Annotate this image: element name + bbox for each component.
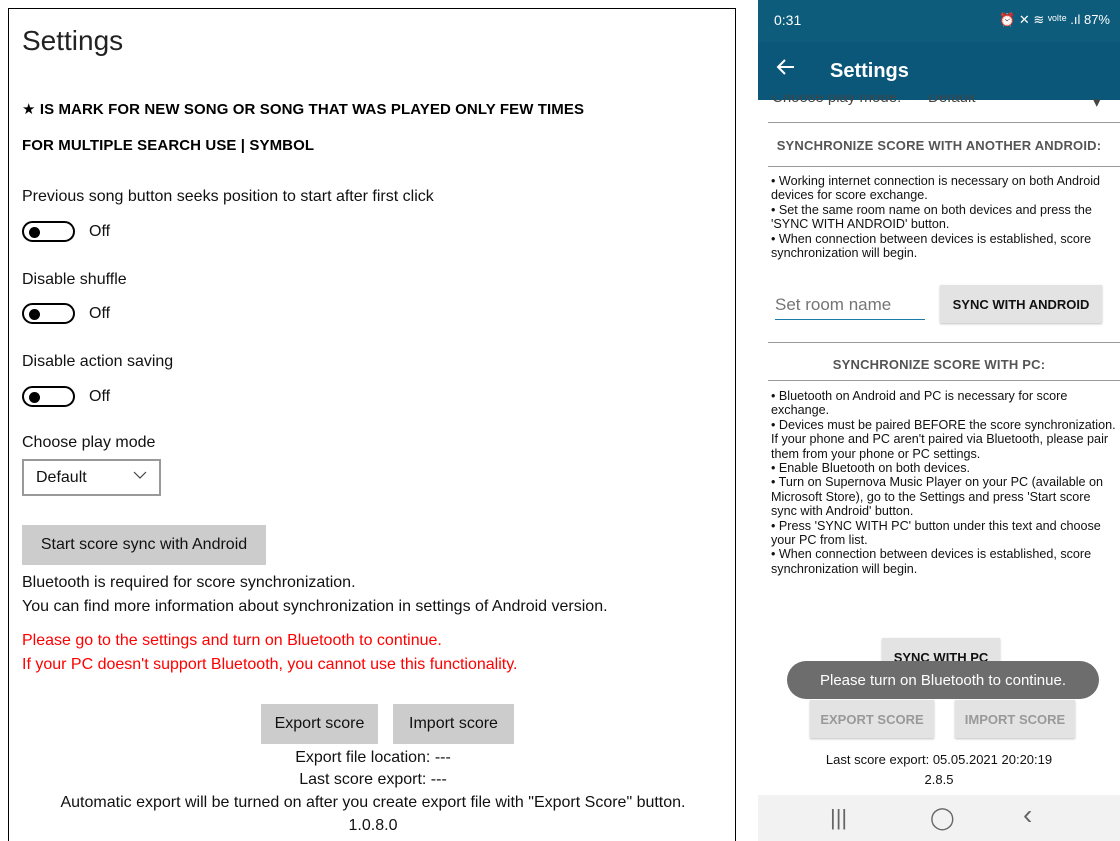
play-mode-label: Choose play mode:	[772, 95, 902, 106]
bluetooth-error-text: Please go to the settings and turn on Bl…	[22, 632, 442, 649]
instruction-line: • When connection between devices is est…	[771, 231, 1092, 261]
navigation-bar: ||| ◯ ‹	[758, 795, 1120, 841]
bluetooth-required-text: Bluetooth is required for score synchron…	[22, 574, 356, 591]
prev-song-seek-label: Previous song button seeks position to s…	[22, 188, 434, 205]
back-icon[interactable]: ‹	[1023, 799, 1032, 831]
play-mode-select[interactable]: Default	[22, 459, 161, 496]
sync-pc-header: SYNCHRONIZE SCORE WITH PC:	[832, 357, 1046, 372]
app-version: 2.8.5	[924, 772, 954, 787]
disable-action-saving-toggle[interactable]: Off	[22, 386, 110, 407]
instruction-line: • Devices must be paired BEFORE the scor…	[771, 417, 1116, 461]
divider	[768, 122, 1120, 123]
instruction-line: • Enable Bluetooth on both devices.	[771, 461, 971, 476]
app-bar-title: Settings	[830, 60, 909, 82]
windows-settings-window: Settings ★ IS MARK FOR NEW SONG OR SONG …	[8, 8, 736, 841]
play-mode-label: Choose play mode	[22, 434, 156, 451]
recents-icon[interactable]: |||	[830, 805, 847, 831]
sync-pc-instructions: • Bluetooth on Android and PC is necessa…	[771, 389, 1118, 576]
toggle-state-text: Off	[89, 222, 111, 240]
last-score-export: Last score export: 05.05.2021 20:20:19	[825, 752, 1053, 767]
import-score-button[interactable]: IMPORT SCORE	[955, 700, 1075, 738]
play-mode-value: Default	[36, 468, 87, 486]
play-mode-row-clipped[interactable]: Choose play mode: Default ▾	[768, 95, 1113, 113]
android-settings-screen: 0:31 ⏰ ✕ ≋ ᵛᵒˡᵗᵉ .ıl 87% Settings Choose…	[758, 0, 1120, 841]
play-mode-value: Default	[928, 95, 976, 106]
app-bar: Settings	[758, 42, 1120, 100]
more-info-text: You can find more information about sync…	[22, 598, 608, 615]
disable-shuffle-label: Disable shuffle	[22, 271, 127, 288]
bluetooth-unsupported-text: If your PC doesn't support Bluetooth, yo…	[22, 656, 518, 673]
toggle-knob	[29, 308, 40, 320]
toggle-state-text: Off	[89, 387, 111, 405]
new-song-notice: ★ IS MARK FOR NEW SONG OR SONG THAT WAS …	[22, 101, 585, 118]
chevron-down-icon	[133, 468, 147, 485]
instruction-line: • When connection between devices is est…	[771, 547, 1092, 576]
app-version: 1.0.8.0	[348, 817, 398, 834]
disable-shuffle-toggle[interactable]: Off	[22, 303, 110, 324]
sync-android-header: SYNCHRONIZE SCORE WITH ANOTHER ANDROID:	[776, 138, 1102, 153]
auto-export-note: Automatic export will be turned on after…	[60, 794, 686, 811]
instruction-line: • Bluetooth on Android and PC is necessa…	[771, 389, 1068, 418]
export-file-location: Export file location: ---	[295, 749, 451, 766]
instruction-line: • Press 'SYNC WITH PC' button under this…	[771, 518, 1101, 548]
export-score-button[interactable]: EXPORT SCORE	[810, 700, 934, 738]
disable-action-saving-label: Disable action saving	[22, 353, 174, 370]
room-name-input[interactable]	[775, 290, 925, 320]
toggle-switch[interactable]	[22, 303, 75, 324]
home-icon[interactable]: ◯	[930, 805, 955, 831]
page-title: Settings	[22, 25, 124, 56]
start-score-sync-button[interactable]: Start score sync with Android	[22, 525, 266, 565]
status-time: 0:31	[774, 12, 802, 28]
search-notice: FOR MULTIPLE SEARCH USE | SYMBOL	[22, 137, 315, 154]
toggle-state-text: Off	[89, 304, 111, 322]
sync-android-instructions: • Working internet connection is necessa…	[771, 174, 1118, 260]
toggle-knob	[29, 391, 40, 403]
import-score-button[interactable]: Import score	[393, 704, 514, 744]
divider	[768, 380, 1120, 381]
status-bar: 0:31 ⏰ ✕ ≋ ᵛᵒˡᵗᵉ .ıl 87%	[758, 0, 1120, 42]
status-icons: ⏰ ✕ ≋ ᵛᵒˡᵗᵉ .ıl 87%	[999, 12, 1110, 27]
instruction-line: • Turn on Supernova Music Player on your…	[771, 475, 1104, 519]
bluetooth-toast: Please turn on Bluetooth to continue.	[787, 661, 1099, 699]
instruction-line: • Set the same room name on both devices…	[771, 202, 1092, 232]
instruction-line: • Working internet connection is necessa…	[771, 174, 1101, 203]
toggle-switch[interactable]	[22, 221, 75, 242]
export-score-button[interactable]: Export score	[261, 704, 378, 744]
divider	[768, 166, 1120, 167]
divider	[768, 342, 1120, 343]
toggle-knob	[29, 226, 40, 238]
dropdown-arrow-icon: ▾	[1093, 95, 1101, 111]
back-arrow-icon[interactable]	[776, 56, 796, 84]
last-score-export: Last score export: ---	[299, 771, 447, 788]
sync-with-android-button[interactable]: SYNC WITH ANDROID	[940, 285, 1102, 323]
prev-song-seek-toggle[interactable]: Off	[22, 221, 110, 242]
toggle-switch[interactable]	[22, 386, 75, 407]
